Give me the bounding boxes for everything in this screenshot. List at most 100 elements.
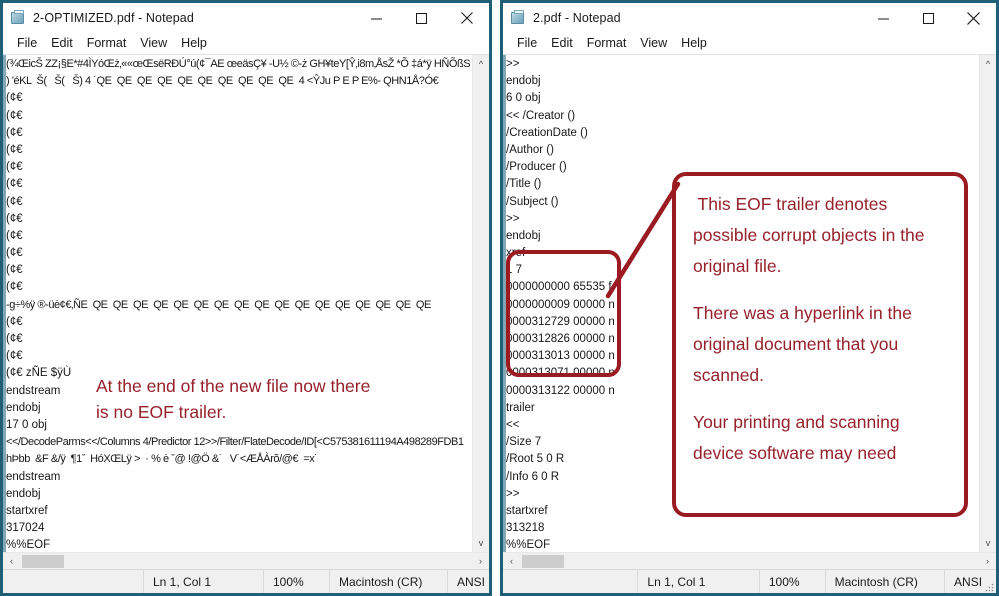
code-line: /Size 7 <box>506 436 542 449</box>
notepad-window-left[interactable]: 2-OPTIMIZED.pdf - Notepad File Edit Form… <box>0 0 492 596</box>
text-content-right[interactable]: >> endobj 6 0 obj << /Creator () /CreationDa… <box>503 55 979 552</box>
titlebar-right[interactable]: 2.pdf - Notepad <box>503 3 996 33</box>
notepad-app-icon <box>10 10 26 26</box>
code-line: (¢€ <box>6 195 23 208</box>
code-line: 17 0 obj <box>6 418 47 431</box>
scroll-down-icon[interactable]: v <box>473 535 490 551</box>
horizontal-scrollbar-left[interactable]: ‹ › <box>3 552 489 569</box>
scroll-left-icon[interactable]: ‹ <box>503 553 520 570</box>
menu-format[interactable]: Format <box>80 35 134 52</box>
status-line-ending: Macintosh (CR) <box>329 569 447 593</box>
code-line: 313218 <box>506 522 545 535</box>
maximize-icon[interactable] <box>399 3 444 33</box>
status-cursor-position: Ln 1, Col 1 <box>637 569 758 593</box>
code-line: startxref <box>506 504 548 517</box>
code-line: >> <box>506 212 520 225</box>
code-line: endobj <box>506 75 541 88</box>
menu-edit[interactable]: Edit <box>44 35 80 52</box>
minimize-icon[interactable] <box>861 3 906 33</box>
code-line: 0000312729 00000 n <box>506 315 615 328</box>
status-empty-cell <box>503 570 637 594</box>
scroll-left-icon[interactable]: ‹ <box>3 553 20 570</box>
code-line: (¢€ <box>6 143 23 156</box>
menu-file[interactable]: File <box>10 35 44 52</box>
scroll-right-icon[interactable]: › <box>979 553 996 570</box>
code-line: (¢€ <box>6 281 23 294</box>
code-line: trailer <box>506 401 535 414</box>
code-line: >> <box>506 487 520 500</box>
code-line: /Subject () <box>506 195 559 208</box>
resize-grip-icon[interactable] <box>982 570 996 594</box>
vertical-scrollbar-left[interactable]: ^ v <box>472 55 489 552</box>
code-line: endobj <box>6 487 41 500</box>
code-line: 0000313122 00000 n <box>506 384 615 397</box>
code-line: %%EOF <box>506 539 551 552</box>
maximize-icon[interactable] <box>906 3 951 33</box>
window-controls-left <box>354 3 489 33</box>
notepad-window-right[interactable]: 2.pdf - Notepad File Edit Format View He… <box>500 0 999 596</box>
code-line: /CreationDate () <box>506 126 588 139</box>
code-line: /Author () <box>506 143 554 156</box>
code-line: (¢€ <box>6 247 23 260</box>
window-controls-right <box>861 3 996 33</box>
vertical-scroll-track[interactable] <box>980 72 997 535</box>
menu-help[interactable]: Help <box>174 35 214 52</box>
status-empty-cell <box>3 570 143 594</box>
vertical-scrollbar-right[interactable]: ^ v <box>979 55 996 552</box>
menu-file[interactable]: File <box>510 35 544 52</box>
vertical-scroll-track[interactable] <box>473 72 490 535</box>
scroll-up-icon[interactable]: ^ <box>473 56 490 72</box>
status-zoom-level: 100% <box>263 569 329 593</box>
code-line: /Root 5 0 R <box>506 453 565 466</box>
horizontal-scrollbar-right[interactable]: ‹ › <box>503 552 996 569</box>
window-title-left: 2-OPTIMIZED.pdf - Notepad <box>33 11 194 25</box>
code-line: <</DecodeParms<</Columns 4/Predictor 12>… <box>6 436 464 449</box>
code-line: 0000313013 00000 n <box>506 350 615 363</box>
code-line: (¢€ <box>6 212 23 225</box>
menu-view[interactable]: View <box>633 35 674 52</box>
code-line: (¢€ <box>6 161 23 174</box>
close-icon[interactable] <box>951 3 996 33</box>
code-line: (¢€ zÑE $ÿÙ <box>6 367 72 380</box>
menu-view[interactable]: View <box>133 35 174 52</box>
code-line: (¢€ <box>6 92 23 105</box>
status-encoding: ANSI <box>447 569 489 593</box>
window-title-right: 2.pdf - Notepad <box>533 11 621 25</box>
menu-edit[interactable]: Edit <box>544 35 580 52</box>
document-edge-strip <box>3 55 6 552</box>
menu-help[interactable]: Help <box>674 35 714 52</box>
menu-format[interactable]: Format <box>580 35 634 52</box>
statusbar-right: Ln 1, Col 1 100% Macintosh (CR) ANSI <box>503 569 996 593</box>
close-icon[interactable] <box>444 3 489 33</box>
status-zoom-level: 100% <box>758 569 825 593</box>
editor-area-right[interactable]: >> endobj 6 0 obj << /Creator () /CreationDa… <box>503 55 996 552</box>
horizontal-scroll-thumb[interactable] <box>522 554 564 568</box>
code-line: >> <box>506 58 520 70</box>
code-line: endstream <box>6 384 61 397</box>
scroll-right-icon[interactable]: › <box>472 553 489 570</box>
code-line: startxref <box>6 504 48 517</box>
scroll-down-icon[interactable]: v <box>980 535 997 551</box>
minimize-icon[interactable] <box>354 3 399 33</box>
code-line: (¢€ <box>6 229 23 242</box>
code-line: (¾ŒicŠ ZZ¡§E*#4ÌYóŒż‚««œŒsëRÐÚ°ú(¢¯AE œe… <box>6 58 471 70</box>
horizontal-scroll-thumb[interactable] <box>22 554 64 568</box>
status-line-ending: Macintosh (CR) <box>824 569 944 593</box>
code-line: 0000000000 65535 f <box>506 281 612 294</box>
titlebar-left[interactable]: 2-OPTIMIZED.pdf - Notepad <box>3 3 489 33</box>
menubar-left[interactable]: File Edit Format View Help <box>3 33 489 55</box>
status-cursor-position: Ln 1, Col 1 <box>143 569 263 593</box>
text-content-left[interactable]: (¾ŒicŠ ZZ¡§E*#4ÌYóŒż‚««œŒsëRÐÚ°ú(¢¯AE œe… <box>3 55 472 552</box>
code-line: (¢€ <box>6 350 23 363</box>
code-line: -g÷%ÿ ®-üė¢€‚ÑE QE QE QE QE QE QE QE QE … <box>6 298 431 311</box>
document-edge-strip <box>503 55 506 552</box>
notepad-app-icon <box>510 10 526 26</box>
menubar-right[interactable]: File Edit Format View Help <box>503 33 996 55</box>
scroll-up-icon[interactable]: ^ <box>980 56 997 72</box>
code-line: (¢€ <box>6 109 23 122</box>
code-line: (¢€ <box>6 178 23 191</box>
code-line: 0000000009 00000 n <box>506 298 615 311</box>
code-line: /Title () <box>506 178 542 191</box>
editor-area-left[interactable]: (¾ŒicŠ ZZ¡§E*#4ÌYóŒż‚««œŒsëRÐÚ°ú(¢¯AE œe… <box>3 55 489 552</box>
code-line: endobj <box>6 401 41 414</box>
